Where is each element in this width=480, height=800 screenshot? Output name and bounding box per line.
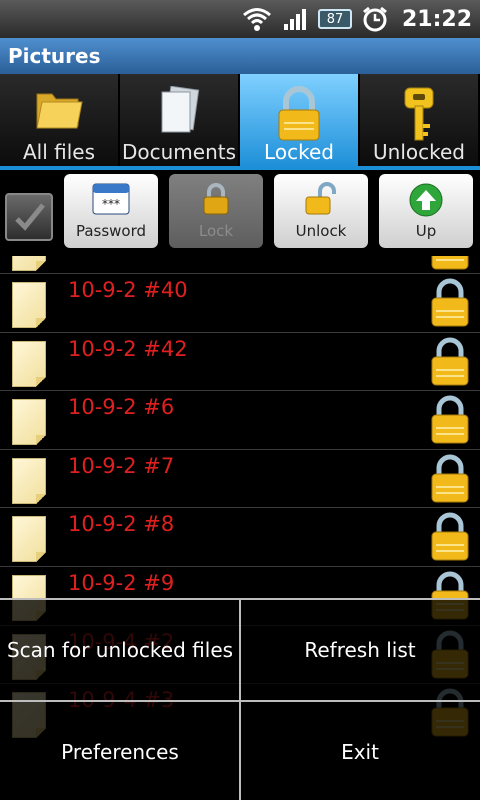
preferences-menu-item[interactable]: Preferences bbox=[0, 702, 240, 800]
up-label: Up bbox=[415, 222, 437, 240]
options-menu: Scan for unlocked files Refresh list Pre… bbox=[0, 598, 480, 800]
file-icon bbox=[12, 458, 46, 504]
file-icon bbox=[12, 282, 46, 328]
up-button[interactable]: Up bbox=[379, 174, 473, 248]
file-icon bbox=[12, 341, 46, 387]
key-icon bbox=[399, 86, 439, 148]
unlock-button[interactable]: Unlock bbox=[274, 174, 368, 248]
wifi-icon bbox=[242, 5, 272, 33]
file-icon bbox=[12, 399, 46, 445]
password-label: Password bbox=[75, 222, 147, 240]
lock-button[interactable]: Lock bbox=[169, 174, 263, 248]
lock-icon bbox=[430, 337, 470, 391]
file-name: 10-9-2 #8 bbox=[68, 512, 175, 536]
file-icon bbox=[12, 256, 46, 271]
clock: 21:22 bbox=[401, 6, 472, 32]
lock-icon bbox=[430, 454, 470, 508]
svg-text:***: *** bbox=[102, 197, 120, 211]
battery-indicator: 87 bbox=[317, 9, 352, 29]
tab-label: All files bbox=[22, 140, 96, 164]
select-all-checkbox[interactable] bbox=[5, 193, 53, 241]
documents-icon bbox=[156, 85, 202, 140]
up-arrow-icon bbox=[408, 182, 444, 222]
tab-all-files[interactable]: All files bbox=[0, 74, 120, 168]
title-bar: Pictures bbox=[0, 38, 480, 74]
file-icon bbox=[12, 516, 46, 562]
unlock-icon bbox=[304, 182, 338, 220]
refresh-list-menu-item[interactable]: Refresh list bbox=[240, 600, 480, 700]
lock-icon bbox=[430, 512, 470, 566]
tab-label: Documents bbox=[121, 140, 237, 164]
list-item[interactable]: 10-9-2 #8 bbox=[0, 507, 480, 565]
tab-bar: All files Documents Locked Unlocked bbox=[0, 74, 480, 168]
tab-unlocked[interactable]: Unlocked bbox=[360, 74, 480, 168]
lock-label: Lock bbox=[198, 222, 234, 240]
lock-icon bbox=[276, 86, 322, 148]
password-icon: *** bbox=[92, 182, 130, 220]
exit-menu-item[interactable]: Exit bbox=[240, 702, 480, 800]
file-name: 10-9-2 #6 bbox=[68, 395, 175, 419]
list-item[interactable] bbox=[0, 256, 480, 274]
lock-icon bbox=[430, 395, 470, 449]
checkmark-icon bbox=[15, 203, 45, 231]
tab-documents[interactable]: Documents bbox=[120, 74, 240, 168]
folder-icon bbox=[34, 86, 84, 136]
file-name: 10-9-2 #42 bbox=[68, 337, 188, 361]
list-item[interactable]: 10-9-2 #42 bbox=[0, 332, 480, 390]
list-item[interactable]: 10-9-2 #6 bbox=[0, 390, 480, 448]
file-name: 10-9-2 #9 bbox=[68, 571, 175, 595]
alarm-icon bbox=[360, 5, 390, 33]
unlock-label: Unlock bbox=[295, 222, 347, 240]
status-bar: 87 21:22 bbox=[0, 0, 480, 38]
lock-icon bbox=[201, 182, 231, 220]
file-name: 10-9-2 #40 bbox=[68, 278, 188, 302]
signal-icon bbox=[280, 5, 310, 33]
lock-icon bbox=[430, 278, 470, 332]
scan-unlocked-menu-item[interactable]: Scan for unlocked files bbox=[0, 600, 240, 700]
file-name: 10-9-2 #7 bbox=[68, 454, 175, 478]
tab-locked[interactable]: Locked bbox=[240, 74, 360, 168]
password-button[interactable]: *** Password bbox=[64, 174, 158, 248]
list-item[interactable]: 10-9-2 #40 bbox=[0, 273, 480, 331]
app-title: Pictures bbox=[8, 44, 101, 68]
list-item[interactable]: 10-9-2 #7 bbox=[0, 449, 480, 507]
